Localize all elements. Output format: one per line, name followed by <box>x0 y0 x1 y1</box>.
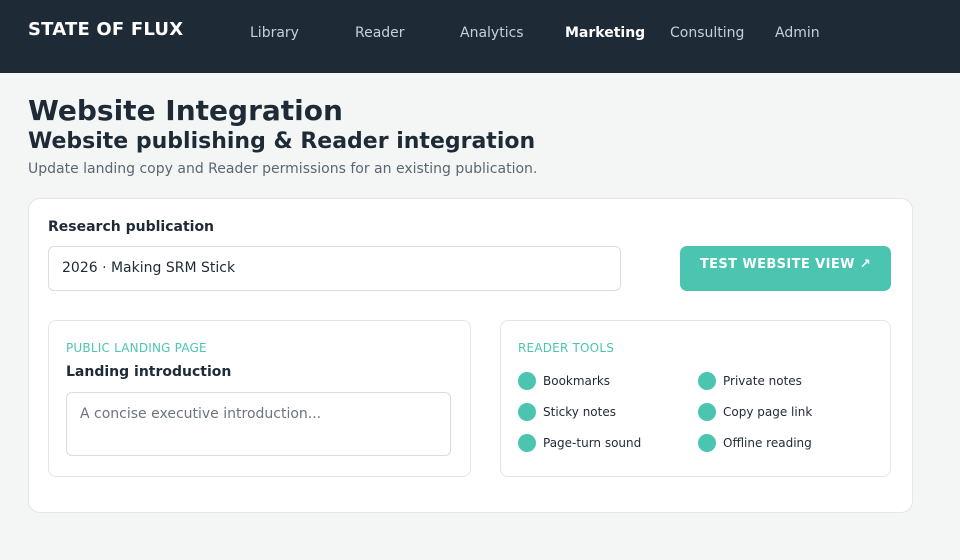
toggle-dot-icon <box>518 434 536 452</box>
top-navigation-bar: STATE OF FLUX Library Reader Analytics M… <box>0 0 960 73</box>
tool-copy-page-link[interactable]: Copy page link <box>698 403 812 421</box>
tool-label: Bookmarks <box>543 374 611 388</box>
tool-bookmarks[interactable]: Bookmarks <box>518 372 610 390</box>
tool-private-notes[interactable]: Private notes <box>698 372 802 390</box>
toggle-dot-icon <box>698 372 716 390</box>
nav-item-reader[interactable]: Reader <box>355 25 405 41</box>
test-website-view-button[interactable]: TEST WEBSITE VIEW ↗ <box>680 246 891 291</box>
nav-item-consulting[interactable]: Consulting <box>670 25 744 41</box>
tool-page-turn-sound[interactable]: Page-turn sound <box>518 434 641 452</box>
tool-label: Page-turn sound <box>543 436 642 450</box>
tool-label: Offline reading <box>723 436 812 450</box>
nav-item-library[interactable]: Library <box>250 25 299 41</box>
landing-eyebrow: PUBLIC LANDING PAGE <box>66 341 207 355</box>
tool-label: Copy page link <box>723 405 813 419</box>
tool-label: Private notes <box>723 374 802 388</box>
toggle-dot-icon <box>698 434 716 452</box>
nav-item-admin[interactable]: Admin <box>775 25 820 41</box>
toggle-dot-icon <box>518 372 536 390</box>
nav-item-analytics[interactable]: Analytics <box>460 25 524 41</box>
nav-item-marketing[interactable]: Marketing <box>565 25 645 41</box>
external-link-icon: ↗ <box>859 256 872 272</box>
page-description: Update landing copy and Reader permissio… <box>28 161 538 177</box>
tool-offline-reading[interactable]: Offline reading <box>698 434 812 452</box>
publication-label: Research publication <box>48 219 215 235</box>
page-subtitle: Website publishing & Reader integration <box>28 129 536 154</box>
landing-intro-heading: Landing introduction <box>66 364 232 380</box>
toggle-dot-icon <box>698 403 716 421</box>
tool-label: Sticky notes <box>543 405 616 419</box>
brand-logo[interactable]: STATE OF FLUX <box>28 19 183 40</box>
page-title: Website Integration <box>28 94 343 127</box>
toggle-dot-icon <box>518 403 536 421</box>
reader-tools-eyebrow: READER TOOLS <box>518 341 615 355</box>
publication-select[interactable]: 2026 · Making SRM Stick <box>48 246 621 291</box>
test-website-view-label: TEST WEBSITE VIEW <box>699 256 855 272</box>
tool-sticky-notes[interactable]: Sticky notes <box>518 403 616 421</box>
landing-intro-textarea[interactable]: A concise executive introduction... <box>66 392 451 456</box>
